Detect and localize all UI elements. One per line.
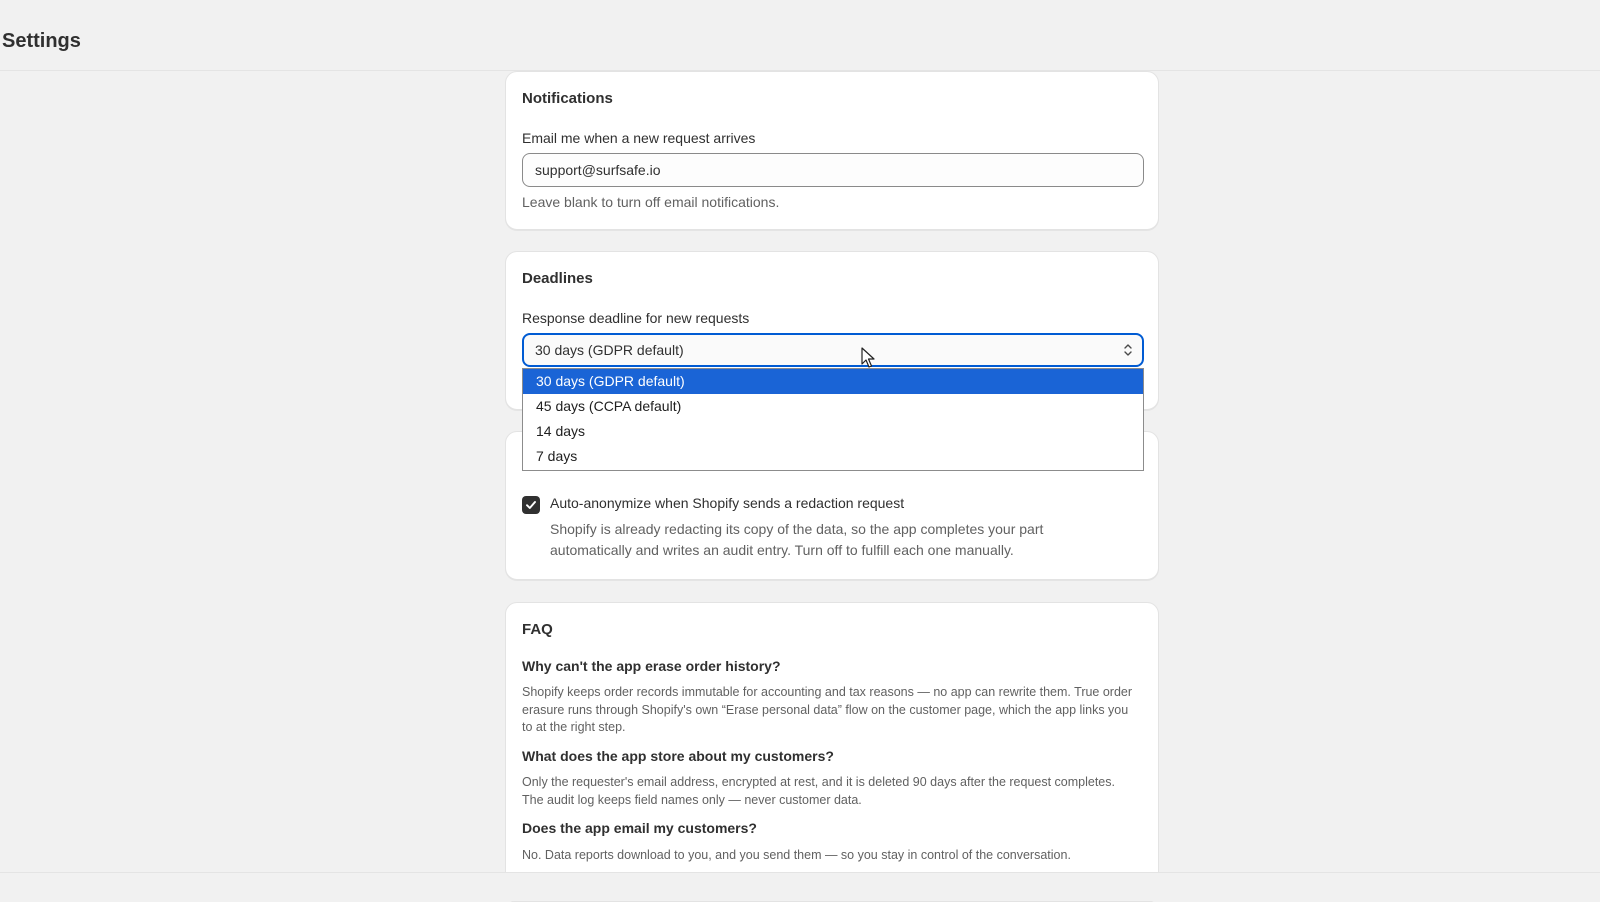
faq-question: Does the app email my customers?	[522, 820, 757, 836]
faq-answer: Only the requester's email address, encr…	[522, 775, 1115, 807]
top-strip	[0, 0, 1600, 28]
deadline-option[interactable]: 7 days	[523, 444, 1143, 469]
checkmark-icon	[526, 501, 536, 509]
deadline-select-value: 30 days (GDPR default)	[535, 342, 684, 358]
faq-card: FAQ Why can't the app erase order histor…	[505, 602, 1159, 902]
email-field[interactable]	[522, 153, 1144, 187]
deadlines-title: Deadlines	[522, 270, 593, 287]
deadline-option[interactable]: 45 days (CCPA default)	[523, 394, 1143, 419]
faq-title: FAQ	[522, 621, 553, 638]
email-help-text: Leave blank to turn off email notificati…	[522, 194, 780, 210]
auto-anonymize-help: Shopify is already redacting its copy of…	[550, 521, 1044, 558]
page-header	[0, 28, 1600, 71]
faq-answer: No. Data reports download to you, and yo…	[522, 848, 1071, 862]
notifications-title: Notifications	[522, 90, 613, 107]
deadline-select[interactable]: 30 days (GDPR default)	[522, 333, 1144, 367]
email-label: Email me when a new request arrives	[522, 130, 756, 146]
auto-anonymize-label[interactable]: Auto-anonymize when Shopify sends a reda…	[550, 495, 904, 511]
faq-question: What does the app store about my custome…	[522, 748, 834, 764]
chevron-up-down-icon	[1122, 341, 1134, 359]
auto-anonymize-checkbox[interactable]	[522, 496, 540, 514]
notifications-card: Notifications Email me when a new reques…	[505, 71, 1159, 230]
page-title: Settings	[2, 30, 81, 52]
faq-answer: Shopify keeps order records immutable fo…	[522, 685, 1133, 734]
deadline-option[interactable]: 14 days	[523, 419, 1143, 444]
deadline-dropdown-list: 30 days (GDPR default) 45 days (CCPA def…	[522, 368, 1144, 471]
mouse-pointer-icon	[861, 347, 875, 374]
bottom-bar	[0, 872, 1600, 901]
deadline-label: Response deadline for new requests	[522, 310, 750, 326]
deadline-option[interactable]: 30 days (GDPR default)	[523, 369, 1143, 394]
faq-question: Why can't the app erase order history?	[522, 658, 781, 674]
